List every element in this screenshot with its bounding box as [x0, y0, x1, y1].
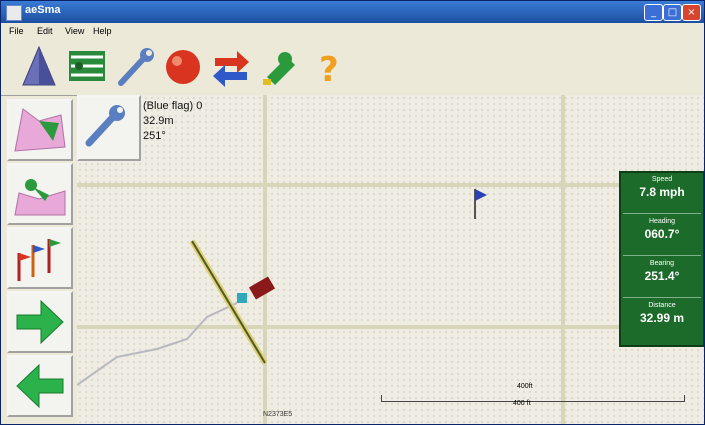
title-bar[interactable]: aeSma _ □ × — [1, 1, 704, 23]
close-button[interactable]: × — [682, 4, 701, 21]
bearing-label: Bearing — [649, 260, 675, 267]
blue-flag-icon — [475, 189, 487, 201]
speed-value: 7.8 mph — [639, 185, 685, 199]
next-button[interactable] — [7, 291, 73, 353]
window-title: aeSma — [25, 4, 61, 16]
stats-panel: Speed 7.8 mph Heading 060.7° Bearing 251… — [619, 171, 704, 347]
flags-icon — [17, 239, 61, 281]
menu-view[interactable]: View — [65, 26, 84, 36]
previous-button[interactable] — [7, 355, 73, 417]
wrench-icon — [85, 105, 125, 147]
swath-lines-button[interactable] — [65, 43, 109, 89]
field-boundary-button[interactable] — [7, 163, 73, 225]
heading-value: 060.7° — [644, 227, 680, 241]
target-name: (Blue flag) 0 — [143, 100, 203, 112]
scale-ruler — [381, 395, 685, 402]
heading-readout: Heading 060.7° — [623, 215, 701, 256]
scale-bar: 400ft 400 ft — [381, 383, 687, 411]
flags-button[interactable] — [7, 227, 73, 289]
arrow-left-icon — [16, 363, 64, 409]
field-map-button[interactable] — [7, 99, 73, 161]
distance-label: Distance — [648, 302, 676, 309]
scale-bottom-label: 400 ft — [513, 400, 531, 407]
pyramid-button[interactable] — [17, 43, 61, 89]
track-trail — [77, 302, 238, 386]
help-button[interactable]: ? — [305, 43, 349, 90]
toolbar: ? — [1, 39, 704, 96]
field-map-icon — [14, 108, 66, 152]
help-icon: ? — [319, 50, 339, 90]
heading-label: Heading — [648, 218, 676, 225]
bearing-value: 251.4° — [644, 269, 680, 283]
tractor-pin-icon — [263, 52, 295, 85]
record-button[interactable] — [161, 43, 205, 89]
pyramid-icon — [22, 45, 56, 86]
vehicle-icon — [248, 276, 276, 300]
app-window: aeSma _ □ × File Edit View Help ? (Blue … — [0, 0, 705, 425]
vehicle-marker — [237, 293, 247, 303]
menu-bar: File Edit View Help — [1, 23, 704, 39]
distance-readout: Distance 32.99 m — [623, 299, 701, 339]
maximize-button[interactable]: □ — [663, 4, 682, 21]
menu-edit[interactable]: Edit — [37, 26, 53, 36]
implement-boom-edge — [191, 240, 266, 364]
target-info-panel: (Blue flag) 0 32.9m 251° — [77, 95, 269, 161]
swap-direction-button[interactable] — [209, 43, 253, 89]
red-ball-icon — [166, 50, 200, 84]
field-boundary-icon — [14, 179, 66, 216]
minimize-button[interactable]: _ — [644, 4, 663, 21]
sidebar — [5, 97, 77, 419]
bearing-readout: Bearing 251.4° — [623, 257, 701, 298]
speed-label: Speed — [651, 176, 673, 183]
menu-file[interactable]: File — [9, 26, 24, 36]
arrow-right-icon — [16, 299, 64, 345]
wrench-icon — [118, 48, 154, 86]
swap-arrows-icon — [213, 51, 249, 87]
target-settings-button[interactable] — [77, 95, 141, 161]
target-bearing: 251° — [143, 130, 166, 142]
menu-help[interactable]: Help — [93, 26, 112, 36]
vehicle-position-button[interactable] — [257, 43, 301, 89]
svg-text:?: ? — [319, 50, 339, 89]
field-map[interactable]: (Blue flag) 0 32.9m 251° Speed 7.8 mph H… — [77, 95, 704, 424]
speed-readout: Speed 7.8 mph — [623, 173, 701, 214]
scale-top-label: 400ft — [517, 383, 533, 390]
swath-lines-icon — [69, 51, 105, 81]
target-distance: 32.9m — [143, 115, 174, 127]
target-info-text: (Blue flag) 0 32.9m 251° — [143, 99, 202, 144]
settings-wrench-button[interactable] — [113, 43, 157, 89]
coordinate-readout: N2373E5 — [263, 411, 293, 418]
app-icon — [6, 5, 22, 21]
distance-value: 32.99 m — [639, 311, 685, 325]
